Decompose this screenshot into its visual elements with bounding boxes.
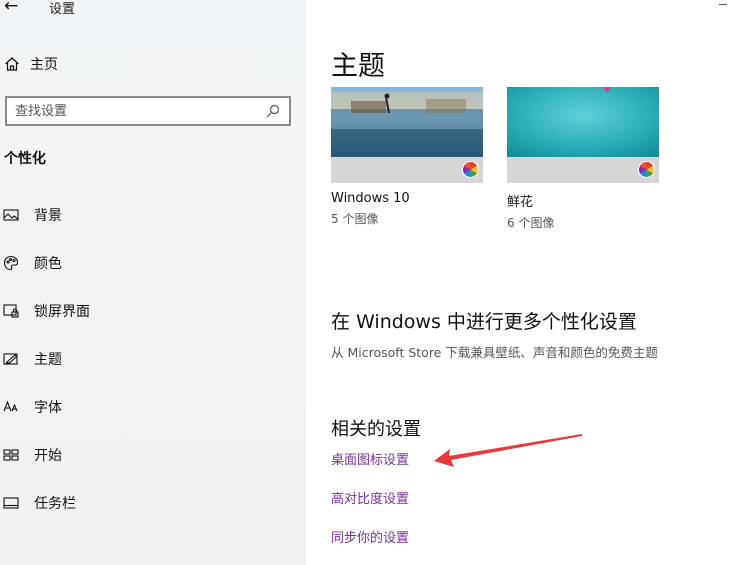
color-wheel-icon — [638, 161, 655, 178]
window-control[interactable] — [719, 4, 727, 5]
sidebar-item-label: 锁屏界面 — [34, 304, 90, 320]
more-personalization-description: 从 Microsoft Store 下载兼具壁纸、声音和颜色的免费主题 — [331, 345, 658, 360]
theme-icon — [0, 351, 34, 367]
font-icon — [0, 399, 34, 415]
high-contrast-settings-link[interactable]: 高对比度设置 — [331, 488, 409, 507]
start-icon — [0, 447, 34, 463]
sidebar-item-colors[interactable]: 颜色 — [0, 248, 306, 278]
picture-icon — [0, 207, 34, 223]
title-bar: ← 设置 — [0, 0, 306, 20]
theme-color-strip — [331, 157, 483, 183]
more-personalization-heading: 在 Windows 中进行更多个性化设置 — [331, 311, 637, 333]
sidebar-item-background[interactable]: 背景 — [0, 200, 306, 230]
home-icon — [0, 56, 30, 72]
theme-name: Windows 10 — [331, 191, 410, 206]
palette-icon — [0, 255, 34, 271]
sidebar: ← 设置 主页 个性化 背景 颜色 锁屏界面 主 — [0, 0, 306, 565]
page-title: 主题 — [331, 51, 385, 82]
section-title: 个性化 — [4, 151, 46, 167]
theme-card-windows10[interactable]: Windows 10 5 个图像 — [331, 87, 484, 227]
search-icon[interactable] — [265, 103, 281, 119]
color-wheel-icon — [462, 161, 479, 178]
sidebar-item-fonts[interactable]: 字体 — [0, 392, 306, 422]
search-box[interactable] — [5, 96, 291, 126]
back-button[interactable]: ← — [4, 0, 18, 16]
theme-name: 鲜花 — [507, 195, 534, 210]
theme-color-strip — [507, 157, 659, 183]
theme-image-count: 5 个图像 — [331, 212, 379, 226]
theme-image-count: 6 个图像 — [507, 216, 555, 230]
theme-thumbnail[interactable] — [507, 87, 659, 157]
nav-home-label: 主页 — [30, 57, 58, 73]
sidebar-item-themes[interactable]: 主题 — [0, 344, 306, 374]
desktop-icon-settings-link[interactable]: 桌面图标设置 — [331, 449, 409, 468]
sidebar-item-start[interactable]: 开始 — [0, 440, 306, 470]
nav-home[interactable]: 主页 — [0, 51, 306, 77]
main-panel: 主题 Windows 10 5 个图像 鲜花 6 个图像 在 Windows 中… — [306, 0, 731, 565]
sidebar-item-label: 开始 — [34, 448, 62, 464]
theme-card-flowers[interactable]: 鲜花 6 个图像 — [507, 87, 660, 231]
sidebar-item-label: 主题 — [34, 352, 62, 368]
sidebar-item-taskbar[interactable]: 任务栏 — [0, 488, 306, 518]
theme-thumbnail[interactable] — [331, 87, 483, 157]
app-title: 设置 — [49, 2, 76, 17]
sidebar-item-label: 任务栏 — [34, 496, 76, 512]
sync-settings-link[interactable]: 同步你的设置 — [331, 527, 409, 546]
sidebar-item-label: 字体 — [34, 400, 62, 416]
sidebar-item-label: 背景 — [34, 208, 62, 224]
taskbar-icon — [0, 495, 34, 511]
related-settings-heading: 相关的设置 — [331, 419, 421, 440]
search-input[interactable] — [15, 103, 265, 119]
annotation-arrow — [434, 434, 582, 467]
sidebar-item-label: 颜色 — [34, 256, 62, 272]
sidebar-item-lock-screen[interactable]: 锁屏界面 — [0, 296, 306, 326]
lock-screen-icon — [0, 303, 34, 319]
